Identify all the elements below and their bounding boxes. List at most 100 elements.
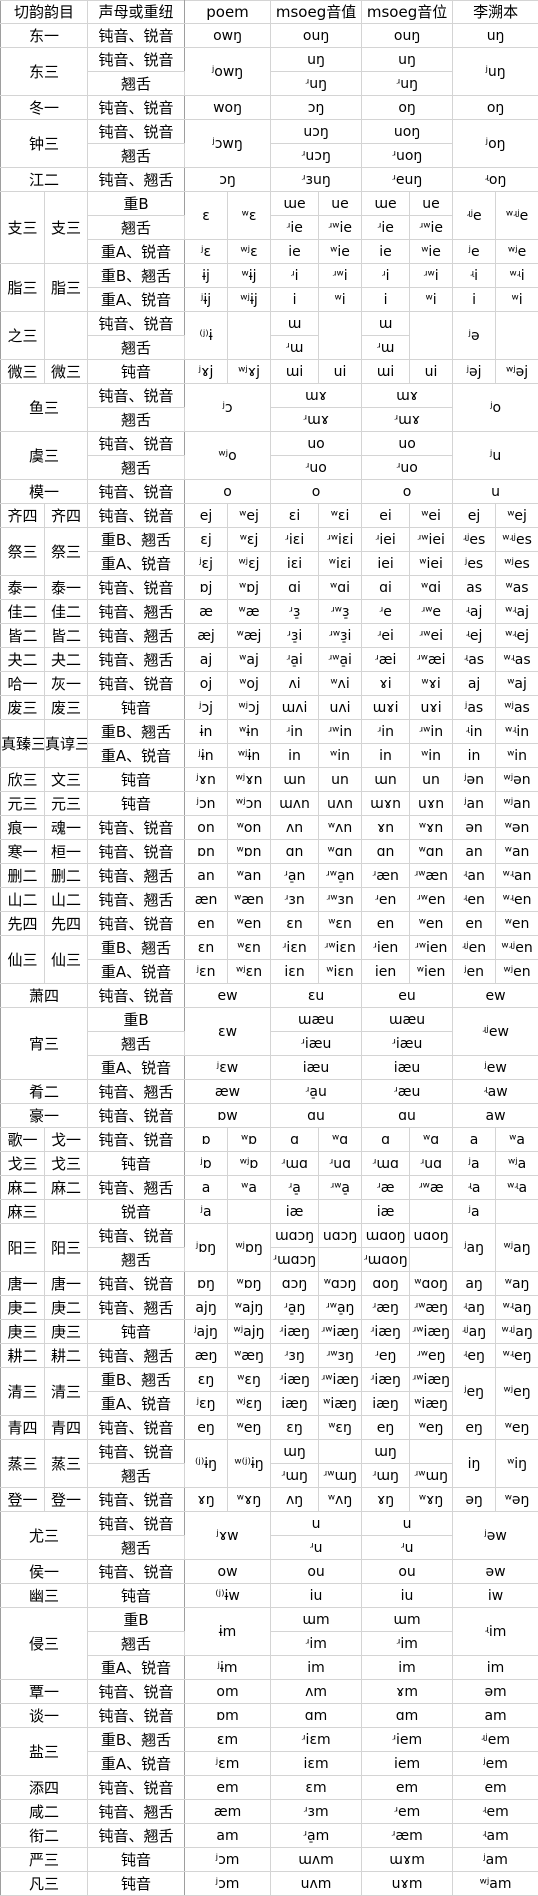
initial-cell: 钝音 xyxy=(88,768,185,792)
rime-cell: 齐四 xyxy=(1,504,45,528)
li-cell: ʲes xyxy=(453,552,496,576)
li-cell: ʵa xyxy=(453,1176,496,1200)
li-cell: ʷʵen xyxy=(496,888,538,912)
msoeg-value-cell: ui xyxy=(319,360,362,384)
li-cell: ʷʲa xyxy=(496,1152,538,1176)
poem-cell: ʲɒ xyxy=(185,1152,228,1176)
msoeg-value-cell: ʴa̠ŋ xyxy=(271,1296,319,1320)
table-row: 尤三钝音、锐音ʲɤwuuʲəw xyxy=(1,1512,538,1536)
msoeg-value-cell: ʴim xyxy=(271,1632,362,1656)
poem-cell: ɛj xyxy=(185,528,228,552)
msoeg-value-cell: ou xyxy=(271,1560,362,1584)
li-cell: ʷʲən xyxy=(496,768,538,792)
msoeg-phoneme-cell: ʷiæŋ xyxy=(410,1392,453,1416)
poem-cell: ʷɛ xyxy=(228,192,271,240)
table-row: 覃一钝音、锐音omʌmɤməm xyxy=(1,1680,538,1704)
msoeg-value-cell: ʴʷɜŋ xyxy=(319,1344,362,1368)
table-row: 麻三锐音ʲaiæiæʲa xyxy=(1,1200,538,1224)
msoeg-phoneme-cell: eŋ xyxy=(362,1416,410,1440)
li-cell: ʵin xyxy=(453,720,496,744)
initial-cell: 重B、翘舌 xyxy=(88,720,185,744)
poem-cell: ʷʲɨj xyxy=(228,288,271,312)
poem-cell: ʷæ xyxy=(228,600,271,624)
msoeg-phoneme-cell: ʴɯɑ xyxy=(362,1152,410,1176)
msoeg-value-cell: ʌŋ xyxy=(271,1488,319,1512)
poem-cell: ʷæj xyxy=(228,624,271,648)
msoeg-value-cell: ʴʷin xyxy=(319,720,362,744)
table-row: 阳三阳三钝音、锐音ʲɒŋʷʲɒŋɯɑɔŋuɑɔŋɯɑoŋuɑoŋʲaŋʷʲaŋ xyxy=(1,1224,538,1248)
poem-cell: owŋ xyxy=(185,24,271,48)
table-row: 耕二耕二钝音、翘舌æŋʷæŋʴɜŋʴʷɜŋʴeŋʴʷeŋʵeŋʷʵeŋ xyxy=(1,1344,538,1368)
msoeg-phoneme-cell: ʴæn xyxy=(362,864,410,888)
li-cell: ʵʲew xyxy=(453,1008,538,1056)
msoeg-phoneme-cell: o xyxy=(362,480,453,504)
rime-cell: 祭三 xyxy=(45,528,88,576)
msoeg-value-cell: ɯe xyxy=(271,192,319,216)
table-row: 麻二麻二钝音、翘舌aʷaʴa̠ʴʷa̠ʴæʴʷæʵaʷʵa xyxy=(1,1176,538,1200)
poem-cell: ɔŋ xyxy=(185,168,271,192)
msoeg-value-cell: ɯʌn xyxy=(271,792,319,816)
msoeg-value-cell: ʷɛn xyxy=(319,912,362,936)
msoeg-value-cell: i xyxy=(271,288,319,312)
initial-cell: 钝音 xyxy=(88,1152,185,1176)
msoeg-value-cell: iu xyxy=(271,1584,362,1608)
poem-cell: ʷæŋ xyxy=(228,1344,271,1368)
table-row: 删二删二钝音、翘舌anʷanʴa̠nʴʷa̠nʴænʴʷænʵanʷʵan xyxy=(1,864,538,888)
msoeg-phoneme-cell: uo xyxy=(362,432,453,456)
msoeg-phoneme-cell: ʴʷiæŋ xyxy=(410,1368,453,1392)
rime-cell: 哈一 xyxy=(1,672,45,696)
msoeg-value-cell: ʴɯ xyxy=(271,336,319,360)
poem-cell: ʲɔ xyxy=(185,384,271,432)
msoeg-phoneme-cell: ɯɤn xyxy=(362,792,410,816)
rime-cell: 齐四 xyxy=(45,504,88,528)
li-cell: ʲan xyxy=(453,792,496,816)
msoeg-value-cell: ɯm xyxy=(271,1608,362,1632)
msoeg-phoneme-cell: ʷin xyxy=(410,744,453,768)
initial-cell: 钝音、锐音 xyxy=(88,120,185,144)
rime-cell: 痕一 xyxy=(1,816,45,840)
rime-cell: 夬二 xyxy=(45,648,88,672)
msoeg-value-cell xyxy=(319,1248,362,1272)
rime-cell: 脂三 xyxy=(1,264,45,312)
msoeg-phoneme-cell: ui xyxy=(410,360,453,384)
msoeg-phoneme-cell: ʴuoŋ xyxy=(362,144,453,168)
msoeg-phoneme-cell: ʴu xyxy=(362,1536,453,1560)
table-row: 严三钝音ʲɔmɯʌmɯɤmʲam xyxy=(1,1848,538,1872)
msoeg-phoneme-cell: ɤm xyxy=(362,1680,453,1704)
msoeg-phoneme-cell: ouŋ xyxy=(362,24,453,48)
msoeg-phoneme-cell: ɯɑoŋ xyxy=(362,1224,410,1248)
poem-cell: ʲɔn xyxy=(185,792,228,816)
rime-cell: 真谆三 xyxy=(45,720,88,768)
poem-cell: ajŋ xyxy=(185,1296,228,1320)
poem-cell: ʲɔm xyxy=(185,1872,271,1896)
poem-cell: am xyxy=(185,1824,271,1848)
poem-cell: ɤŋ xyxy=(185,1488,228,1512)
msoeg-value-cell: ʷʌn xyxy=(319,816,362,840)
msoeg-value-cell: ʴa̠m xyxy=(271,1824,362,1848)
table-row: 之三钝音、锐音⁽ʲ⁾ɨɯɯʲə xyxy=(1,312,538,336)
li-cell: oŋ xyxy=(453,96,538,120)
rime-cell: 青四 xyxy=(45,1416,88,1440)
msoeg-phoneme-cell: ʴim xyxy=(362,1632,453,1656)
li-cell: ʲaŋ xyxy=(453,1224,496,1272)
li-cell: ʷʵʲe xyxy=(496,192,538,240)
initial-cell: 钝音、锐音 xyxy=(88,672,185,696)
msoeg-phoneme-cell: ʴe xyxy=(362,600,410,624)
msoeg-phoneme-cell: ʴiæŋ xyxy=(362,1320,410,1344)
rime-cell: 登一 xyxy=(45,1488,88,1512)
rime-cell: 鱼三 xyxy=(1,384,88,432)
initial-cell: 钝音、锐音 xyxy=(88,984,185,1008)
table-row: 歌一戈一钝音、锐音ɒʷɒɑʷɑɑʷɑaʷa xyxy=(1,1128,538,1152)
msoeg-value-cell: ʷɛŋ xyxy=(319,1416,362,1440)
li-cell: əŋ xyxy=(453,1488,496,1512)
msoeg-value-cell: ɯi xyxy=(271,360,319,384)
table-row: 泰一泰一钝音、锐音ɒjʷɒjɑiʷɑiɑiʷɑiasʷas xyxy=(1,576,538,600)
msoeg-value-cell: ɑ xyxy=(271,1128,319,1152)
msoeg-phoneme-cell: u xyxy=(362,1512,453,1536)
msoeg-phoneme-cell: in xyxy=(362,744,410,768)
li-cell: ʵaj xyxy=(453,600,496,624)
msoeg-value-cell: ʴa̠u xyxy=(271,1080,362,1104)
msoeg-phoneme-cell: ʷie xyxy=(410,240,453,264)
initial-cell: 钝音、锐音 xyxy=(88,1488,185,1512)
msoeg-value-cell: ʴɜŋ xyxy=(271,1344,319,1368)
